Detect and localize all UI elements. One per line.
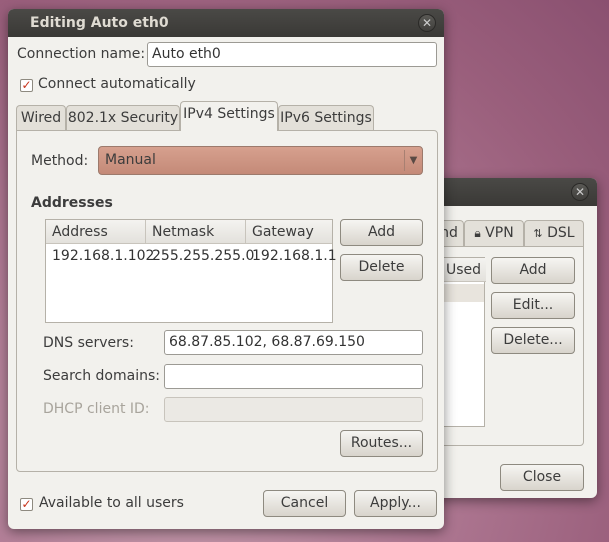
tab-ipv6-settings[interactable]: IPv6 Settings (278, 105, 374, 131)
selected-row[interactable] (440, 284, 484, 302)
cancel-button[interactable]: Cancel (263, 490, 346, 517)
connect-automatically-checkbox[interactable]: ✓ (20, 79, 33, 92)
dsl-icon: ⇅ (533, 227, 543, 240)
editing-dialog: Editing Auto eth0 ✕ Connection name: Aut… (8, 9, 444, 529)
addresses-heading: Addresses (31, 195, 113, 211)
address-cell[interactable]: 192.168.1.102 (46, 248, 154, 264)
tab-label: IPv4 Settings (183, 106, 275, 122)
routes-button[interactable]: Routes... (340, 430, 423, 457)
button-label: Apply... (370, 495, 421, 511)
add-address-button[interactable]: Add (340, 219, 423, 246)
button-label: Delete... (503, 332, 563, 348)
dns-servers-field[interactable]: 68.87.85.102, 68.87.69.150 (164, 330, 423, 355)
tab-label: DSL (547, 225, 575, 241)
close-button[interactable]: Close (500, 464, 584, 491)
gateway-cell[interactable]: 192.168.1.1 (246, 248, 337, 264)
delete-address-button[interactable]: Delete (340, 254, 423, 281)
tab-8021x-security[interactable]: 802.1x Security (66, 105, 180, 131)
connection-name-field[interactable]: Auto eth0 (147, 42, 437, 67)
button-label: Cancel (280, 495, 329, 511)
button-label: Add (367, 224, 396, 240)
column-header-gateway[interactable]: Gateway (246, 220, 332, 244)
netmask-cell[interactable]: 255.255.255.0 (146, 248, 254, 264)
add-connection-button[interactable]: Add (491, 257, 575, 284)
button-label: Add (519, 262, 547, 278)
method-value: Manual (105, 152, 156, 168)
column-header-label: Netmask (152, 224, 215, 240)
network-connections-panel: Used Add Edit... Delete... (434, 246, 584, 446)
apply-button[interactable]: Apply... (354, 490, 437, 517)
connection-name-label: Connection name: (17, 46, 146, 62)
tab-dsl[interactable]: ⇅ DSL (524, 220, 584, 246)
tab-vpn[interactable]: 🔒︎ VPN (464, 220, 524, 246)
addresses-table[interactable]: Address Netmask Gateway 192.168.1.102 25… (45, 219, 337, 323)
method-label: Method: (31, 153, 89, 169)
tab-label: VPN (485, 225, 514, 241)
column-header-label: Used (446, 262, 482, 278)
close-icon[interactable]: ✕ (571, 183, 589, 201)
available-to-all-users-label: Available to all users (39, 495, 184, 511)
network-connections-titlebar: ✕ (420, 178, 597, 206)
search-domains-field[interactable] (164, 364, 423, 389)
tab-wired[interactable]: Wired (16, 105, 66, 131)
dialog-title: Editing Auto eth0 (30, 15, 169, 31)
method-dropdown[interactable]: Manual ▼ (98, 146, 423, 175)
edit-connection-button[interactable]: Edit... (491, 292, 575, 319)
search-domains-label: Search domains: (43, 368, 160, 384)
dhcp-client-id-label: DHCP client ID: (43, 401, 150, 417)
connections-list[interactable]: Used (439, 257, 486, 427)
chevron-down-icon: ▼ (404, 150, 422, 171)
ipv4-settings-panel: Method: Manual ▼ Addresses Address Netma… (16, 130, 438, 472)
column-header-address[interactable]: Address (46, 220, 146, 244)
dhcp-client-id-field (164, 397, 423, 422)
delete-connection-button[interactable]: Delete... (491, 327, 575, 354)
column-header-netmask[interactable]: Netmask (146, 220, 246, 244)
column-header-label: Address (52, 224, 108, 240)
button-label: Edit... (512, 297, 554, 313)
dns-servers-label: DNS servers: (43, 335, 134, 351)
connect-automatically-label: Connect automatically (38, 76, 196, 92)
lock-icon: 🔒︎ (474, 226, 481, 240)
tab-label: Wired (20, 110, 62, 126)
button-label: Close (522, 469, 562, 485)
column-header-label: Gateway (252, 224, 314, 240)
available-to-all-users-checkbox[interactable]: ✓ (20, 498, 33, 511)
button-label: Routes... (350, 435, 413, 451)
close-icon[interactable]: ✕ (418, 14, 436, 32)
column-header-used[interactable]: Used (440, 258, 486, 282)
network-connections-window: ✕ nd 🔒︎ VPN ⇅ DSL Used Add Edit... Delet… (420, 178, 597, 498)
tab-label: 802.1x Security (67, 110, 179, 126)
button-label: Delete (358, 259, 405, 275)
editing-dialog-titlebar: Editing Auto eth0 ✕ (8, 9, 444, 37)
tab-ipv4-settings[interactable]: IPv4 Settings (180, 101, 278, 131)
tab-label: IPv6 Settings (280, 110, 372, 126)
